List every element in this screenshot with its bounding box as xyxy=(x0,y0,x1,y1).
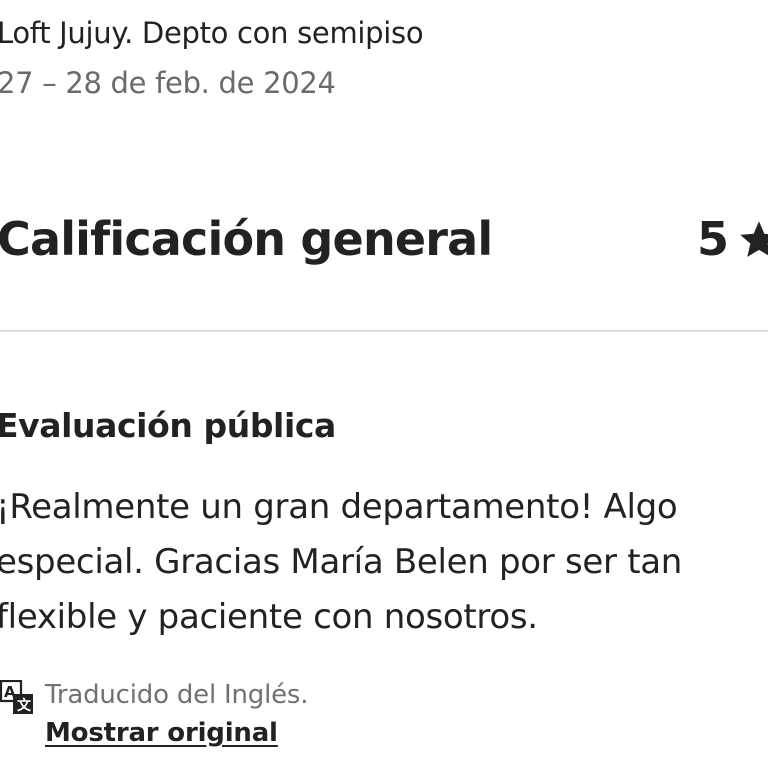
public-review-heading: Evaluación pública xyxy=(0,406,336,445)
overall-rating-heading: Calificación general xyxy=(0,212,493,266)
public-review-text: ¡Realmente un gran departamento! Algo es… xyxy=(0,487,683,637)
section-divider xyxy=(0,330,768,332)
overall-rating-value: 5 xyxy=(697,212,768,266)
rating-number: 5 xyxy=(697,212,730,266)
stay-dates: 27 – 28 de feb. de 2024 xyxy=(0,66,336,100)
listing-title: Loft Jujuy. Depto con semipiso xyxy=(0,16,424,50)
translation-row: A 文 Traducido del Inglés. Mostrar origin… xyxy=(0,678,768,758)
review-detail-page: Loft Jujuy. Depto con semipiso 27 – 28 d… xyxy=(0,0,768,768)
show-original-link[interactable]: Mostrar original xyxy=(45,718,278,748)
translate-icon: A 文 xyxy=(0,679,34,716)
star-icon xyxy=(737,218,768,262)
svg-text:文: 文 xyxy=(17,697,32,714)
overall-rating-row: Calificación general 5 xyxy=(0,212,768,282)
translation-note: Traducido del Inglés. xyxy=(45,680,309,710)
